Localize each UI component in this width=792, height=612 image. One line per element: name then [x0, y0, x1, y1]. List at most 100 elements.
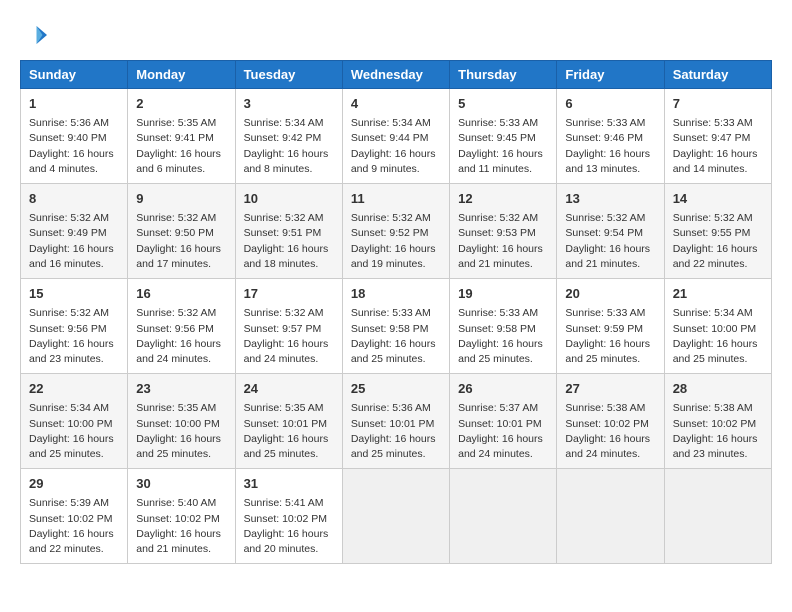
day-number: 22: [29, 380, 119, 398]
daylight-label: Daylight: 16 hours and 25 minutes.: [565, 338, 650, 365]
day-number: 13: [565, 190, 655, 208]
sunset-label: Sunset: 9:40 PM: [29, 132, 107, 144]
sunrise-label: Sunrise: 5:32 AM: [29, 307, 109, 319]
day-info: Sunrise: 5:32 AM Sunset: 9:52 PM Dayligh…: [351, 211, 441, 272]
daylight-label: Daylight: 16 hours and 24 minutes.: [136, 338, 221, 365]
calendar-cell: 9 Sunrise: 5:32 AM Sunset: 9:50 PM Dayli…: [128, 184, 235, 279]
day-number: 1: [29, 95, 119, 113]
calendar-cell: 14 Sunrise: 5:32 AM Sunset: 9:55 PM Dayl…: [664, 184, 771, 279]
sunset-label: Sunset: 9:46 PM: [565, 132, 643, 144]
sunset-label: Sunset: 10:00 PM: [673, 323, 756, 335]
day-info: Sunrise: 5:32 AM Sunset: 9:53 PM Dayligh…: [458, 211, 548, 272]
daylight-label: Daylight: 16 hours and 4 minutes.: [29, 148, 114, 175]
day-number: 21: [673, 285, 763, 303]
calendar-cell: 8 Sunrise: 5:32 AM Sunset: 9:49 PM Dayli…: [21, 184, 128, 279]
sunset-label: Sunset: 10:02 PM: [136, 513, 219, 525]
sunrise-label: Sunrise: 5:35 AM: [136, 117, 216, 129]
logo-icon: [20, 20, 50, 50]
day-number: 6: [565, 95, 655, 113]
daylight-label: Daylight: 16 hours and 17 minutes.: [136, 243, 221, 270]
day-info: Sunrise: 5:34 AM Sunset: 10:00 PM Daylig…: [673, 306, 763, 367]
sunset-label: Sunset: 9:55 PM: [673, 227, 751, 239]
daylight-label: Daylight: 16 hours and 16 minutes.: [29, 243, 114, 270]
daylight-label: Daylight: 16 hours and 19 minutes.: [351, 243, 436, 270]
daylight-label: Daylight: 16 hours and 14 minutes.: [673, 148, 758, 175]
daylight-label: Daylight: 16 hours and 24 minutes.: [458, 433, 543, 460]
sunset-label: Sunset: 9:41 PM: [136, 132, 214, 144]
sunrise-label: Sunrise: 5:33 AM: [565, 117, 645, 129]
sunset-label: Sunset: 9:49 PM: [29, 227, 107, 239]
sunset-label: Sunset: 9:45 PM: [458, 132, 536, 144]
sunset-label: Sunset: 9:51 PM: [244, 227, 322, 239]
day-info: Sunrise: 5:32 AM Sunset: 9:55 PM Dayligh…: [673, 211, 763, 272]
daylight-label: Daylight: 16 hours and 13 minutes.: [565, 148, 650, 175]
day-info: Sunrise: 5:38 AM Sunset: 10:02 PM Daylig…: [565, 401, 655, 462]
calendar-cell: 26 Sunrise: 5:37 AM Sunset: 10:01 PM Day…: [450, 374, 557, 469]
day-info: Sunrise: 5:33 AM Sunset: 9:47 PM Dayligh…: [673, 116, 763, 177]
day-number: 4: [351, 95, 441, 113]
day-number: 5: [458, 95, 548, 113]
calendar-cell: [342, 469, 449, 564]
calendar-cell: 13 Sunrise: 5:32 AM Sunset: 9:54 PM Dayl…: [557, 184, 664, 279]
calendar-header-sunday: Sunday: [21, 61, 128, 89]
daylight-label: Daylight: 16 hours and 21 minutes.: [565, 243, 650, 270]
day-info: Sunrise: 5:40 AM Sunset: 10:02 PM Daylig…: [136, 496, 226, 557]
daylight-label: Daylight: 16 hours and 25 minutes.: [351, 433, 436, 460]
day-number: 28: [673, 380, 763, 398]
day-info: Sunrise: 5:38 AM Sunset: 10:02 PM Daylig…: [673, 401, 763, 462]
calendar-cell: 28 Sunrise: 5:38 AM Sunset: 10:02 PM Day…: [664, 374, 771, 469]
daylight-label: Daylight: 16 hours and 24 minutes.: [565, 433, 650, 460]
daylight-label: Daylight: 16 hours and 25 minutes.: [29, 433, 114, 460]
sunrise-label: Sunrise: 5:33 AM: [351, 307, 431, 319]
daylight-label: Daylight: 16 hours and 24 minutes.: [244, 338, 329, 365]
sunrise-label: Sunrise: 5:41 AM: [244, 497, 324, 509]
day-info: Sunrise: 5:36 AM Sunset: 9:40 PM Dayligh…: [29, 116, 119, 177]
calendar-cell: 7 Sunrise: 5:33 AM Sunset: 9:47 PM Dayli…: [664, 89, 771, 184]
daylight-label: Daylight: 16 hours and 20 minutes.: [244, 528, 329, 555]
calendar-cell: 27 Sunrise: 5:38 AM Sunset: 10:02 PM Day…: [557, 374, 664, 469]
day-number: 3: [244, 95, 334, 113]
day-number: 31: [244, 475, 334, 493]
sunrise-label: Sunrise: 5:32 AM: [565, 212, 645, 224]
sunset-label: Sunset: 10:00 PM: [136, 418, 219, 430]
day-number: 17: [244, 285, 334, 303]
sunrise-label: Sunrise: 5:32 AM: [351, 212, 431, 224]
day-info: Sunrise: 5:34 AM Sunset: 9:44 PM Dayligh…: [351, 116, 441, 177]
daylight-label: Daylight: 16 hours and 8 minutes.: [244, 148, 329, 175]
day-info: Sunrise: 5:34 AM Sunset: 9:42 PM Dayligh…: [244, 116, 334, 177]
day-info: Sunrise: 5:35 AM Sunset: 10:01 PM Daylig…: [244, 401, 334, 462]
calendar-cell: 22 Sunrise: 5:34 AM Sunset: 10:00 PM Day…: [21, 374, 128, 469]
day-info: Sunrise: 5:35 AM Sunset: 9:41 PM Dayligh…: [136, 116, 226, 177]
day-info: Sunrise: 5:33 AM Sunset: 9:45 PM Dayligh…: [458, 116, 548, 177]
logo: [20, 20, 54, 50]
daylight-label: Daylight: 16 hours and 21 minutes.: [136, 528, 221, 555]
day-number: 9: [136, 190, 226, 208]
day-info: Sunrise: 5:34 AM Sunset: 10:00 PM Daylig…: [29, 401, 119, 462]
day-number: 7: [673, 95, 763, 113]
sunrise-label: Sunrise: 5:38 AM: [565, 402, 645, 414]
calendar-cell: 16 Sunrise: 5:32 AM Sunset: 9:56 PM Dayl…: [128, 279, 235, 374]
sunrise-label: Sunrise: 5:39 AM: [29, 497, 109, 509]
calendar-week-4: 22 Sunrise: 5:34 AM Sunset: 10:00 PM Day…: [21, 374, 772, 469]
sunset-label: Sunset: 10:01 PM: [458, 418, 541, 430]
day-number: 29: [29, 475, 119, 493]
day-info: Sunrise: 5:32 AM Sunset: 9:56 PM Dayligh…: [29, 306, 119, 367]
sunrise-label: Sunrise: 5:40 AM: [136, 497, 216, 509]
day-number: 8: [29, 190, 119, 208]
sunset-label: Sunset: 10:02 PM: [673, 418, 756, 430]
sunset-label: Sunset: 9:58 PM: [458, 323, 536, 335]
daylight-label: Daylight: 16 hours and 11 minutes.: [458, 148, 543, 175]
sunset-label: Sunset: 9:56 PM: [29, 323, 107, 335]
calendar-cell: 31 Sunrise: 5:41 AM Sunset: 10:02 PM Day…: [235, 469, 342, 564]
calendar-header-wednesday: Wednesday: [342, 61, 449, 89]
daylight-label: Daylight: 16 hours and 22 minutes.: [673, 243, 758, 270]
sunset-label: Sunset: 9:53 PM: [458, 227, 536, 239]
sunset-label: Sunset: 10:01 PM: [244, 418, 327, 430]
day-number: 15: [29, 285, 119, 303]
day-info: Sunrise: 5:33 AM Sunset: 9:58 PM Dayligh…: [351, 306, 441, 367]
calendar-header-friday: Friday: [557, 61, 664, 89]
sunset-label: Sunset: 9:54 PM: [565, 227, 643, 239]
sunrise-label: Sunrise: 5:37 AM: [458, 402, 538, 414]
day-info: Sunrise: 5:32 AM Sunset: 9:56 PM Dayligh…: [136, 306, 226, 367]
daylight-label: Daylight: 16 hours and 22 minutes.: [29, 528, 114, 555]
